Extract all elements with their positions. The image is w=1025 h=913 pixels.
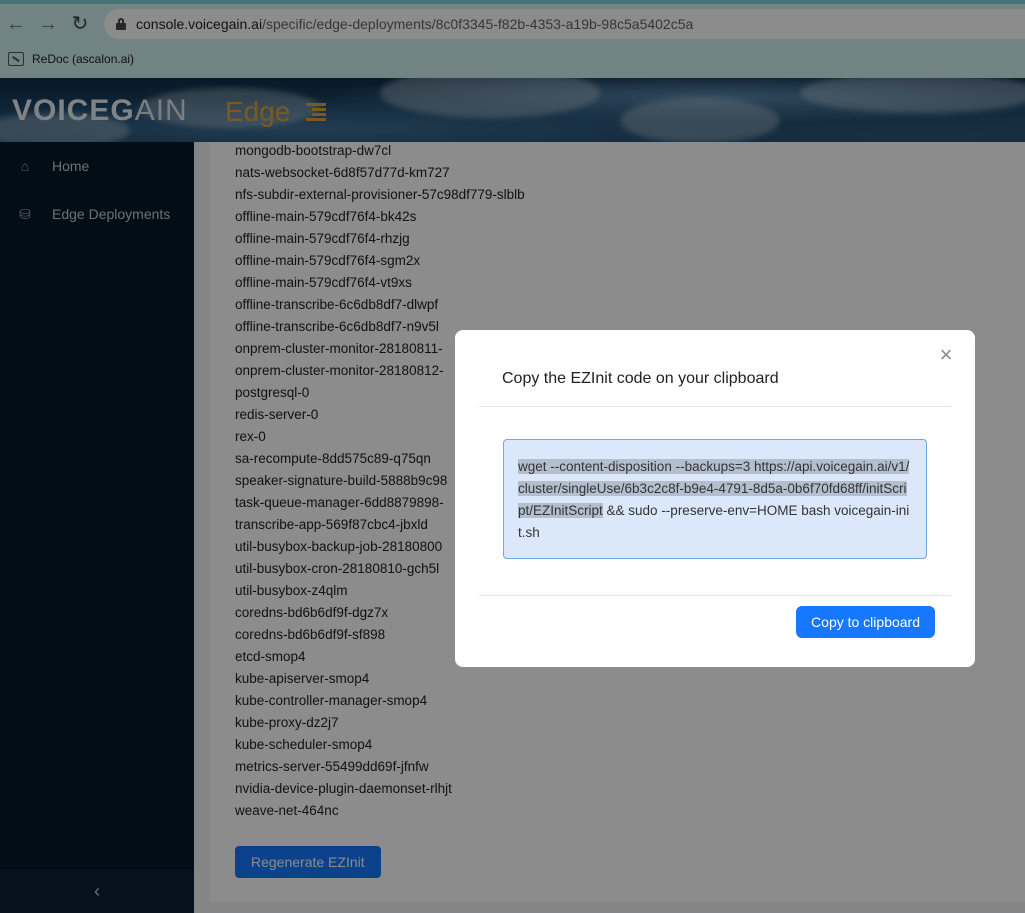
close-icon[interactable]: ×: [935, 344, 957, 366]
modal-header-divider: [479, 406, 951, 407]
copy-to-clipboard-button[interactable]: Copy to clipboard: [796, 606, 935, 638]
ezinit-code-box[interactable]: wget --content-disposition --backups=3 h…: [503, 439, 927, 559]
ezinit-modal: × Copy the EZInit code on your clipboard…: [455, 330, 975, 667]
modal-title: Copy the EZInit code on your clipboard: [502, 370, 779, 387]
modal-footer-divider: [479, 595, 951, 596]
